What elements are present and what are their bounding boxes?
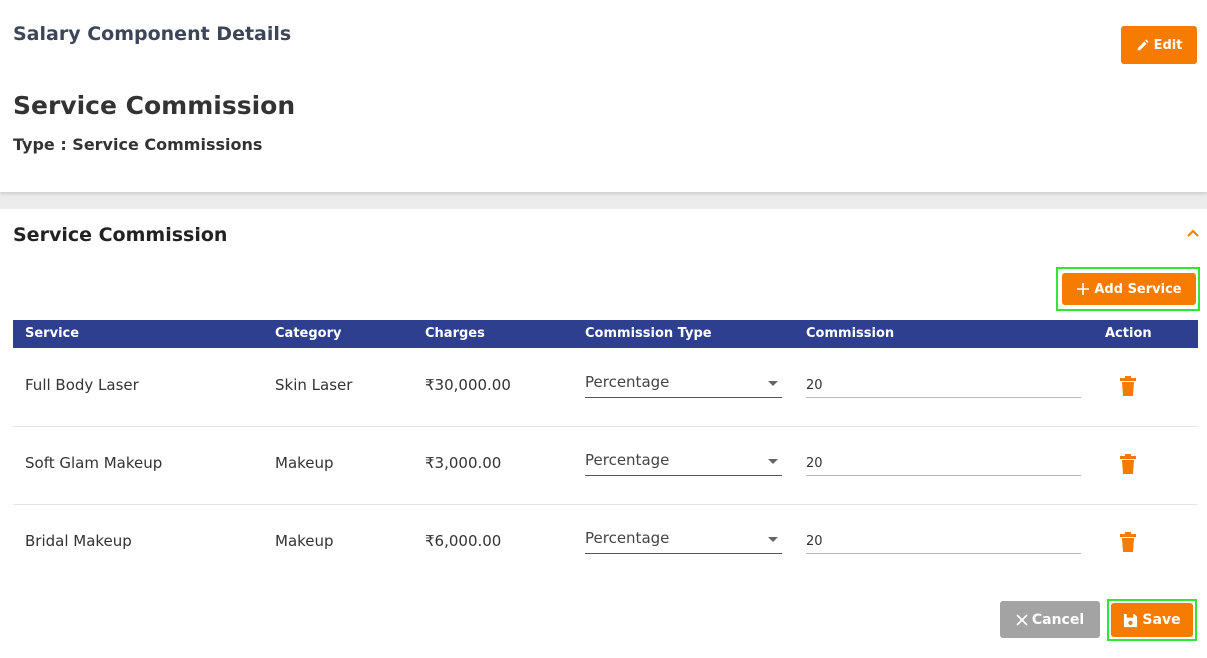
table-row: Bridal Makeup Makeup ₹6,000.00 Percentag… bbox=[13, 504, 1198, 582]
edit-button[interactable]: Edit bbox=[1121, 26, 1197, 64]
col-action: Action bbox=[1105, 326, 1152, 341]
close-icon bbox=[1016, 613, 1028, 626]
charges-cell: ₹30,000.00 bbox=[425, 376, 511, 394]
add-service-button[interactable]: Add Service bbox=[1062, 273, 1196, 305]
save-label: Save bbox=[1142, 612, 1181, 628]
plus-icon bbox=[1077, 283, 1090, 295]
commission-type-select[interactable]: Percentage bbox=[585, 373, 782, 398]
chevron-up-icon[interactable] bbox=[1184, 226, 1202, 240]
col-category: Category bbox=[275, 326, 342, 341]
charges-cell: ₹6,000.00 bbox=[425, 532, 502, 550]
commission-type-value: Percentage bbox=[585, 451, 670, 469]
caret-down-icon bbox=[768, 459, 778, 464]
caret-down-icon bbox=[768, 381, 778, 386]
component-details-card: Salary Component Details Service Commiss… bbox=[0, 0, 1207, 192]
col-service: Service bbox=[25, 326, 80, 341]
component-name: Service Commission bbox=[13, 91, 296, 120]
cancel-label: Cancel bbox=[1031, 611, 1085, 628]
pencil-icon bbox=[1137, 39, 1149, 51]
commission-type-select[interactable]: Percentage bbox=[585, 451, 782, 476]
page-heading: Salary Component Details bbox=[13, 23, 292, 45]
commission-type-select[interactable]: Percentage bbox=[585, 529, 782, 554]
trash-icon[interactable] bbox=[1119, 532, 1137, 552]
category-cell: Makeup bbox=[275, 454, 334, 472]
component-type: Type : Service Commissions bbox=[13, 135, 263, 154]
section-title: Service Commission bbox=[13, 224, 228, 246]
category-cell: Skin Laser bbox=[275, 376, 353, 394]
service-cell: Full Body Laser bbox=[25, 376, 139, 394]
service-cell: Bridal Makeup bbox=[25, 532, 132, 550]
table-row: Soft Glam Makeup Makeup ₹3,000.00 Percen… bbox=[13, 426, 1198, 505]
commission-input[interactable] bbox=[806, 451, 1081, 476]
category-cell: Makeup bbox=[275, 532, 334, 550]
charges-cell: ₹3,000.00 bbox=[425, 454, 502, 472]
commission-type-value: Percentage bbox=[585, 529, 670, 547]
commission-type-value: Percentage bbox=[585, 373, 670, 391]
commission-input[interactable] bbox=[806, 373, 1081, 398]
col-commission-type: Commission Type bbox=[585, 326, 712, 341]
service-commission-card: Service Commission Add Service Service C… bbox=[0, 209, 1207, 658]
cancel-button[interactable]: Cancel bbox=[1000, 601, 1100, 638]
edit-label: Edit bbox=[1153, 37, 1183, 53]
table-header: Service Category Charges Commission Type… bbox=[13, 320, 1198, 348]
service-cell: Soft Glam Makeup bbox=[25, 454, 163, 472]
add-service-label: Add Service bbox=[1094, 281, 1182, 297]
col-commission: Commission bbox=[806, 326, 895, 341]
caret-down-icon bbox=[768, 537, 778, 542]
trash-icon[interactable] bbox=[1119, 376, 1137, 396]
save-button[interactable]: Save bbox=[1111, 603, 1193, 637]
col-charges: Charges bbox=[425, 326, 485, 341]
commission-input[interactable] bbox=[806, 529, 1081, 554]
save-icon bbox=[1124, 613, 1138, 627]
trash-icon[interactable] bbox=[1119, 454, 1137, 474]
table-row: Full Body Laser Skin Laser ₹30,000.00 Pe… bbox=[13, 348, 1198, 427]
